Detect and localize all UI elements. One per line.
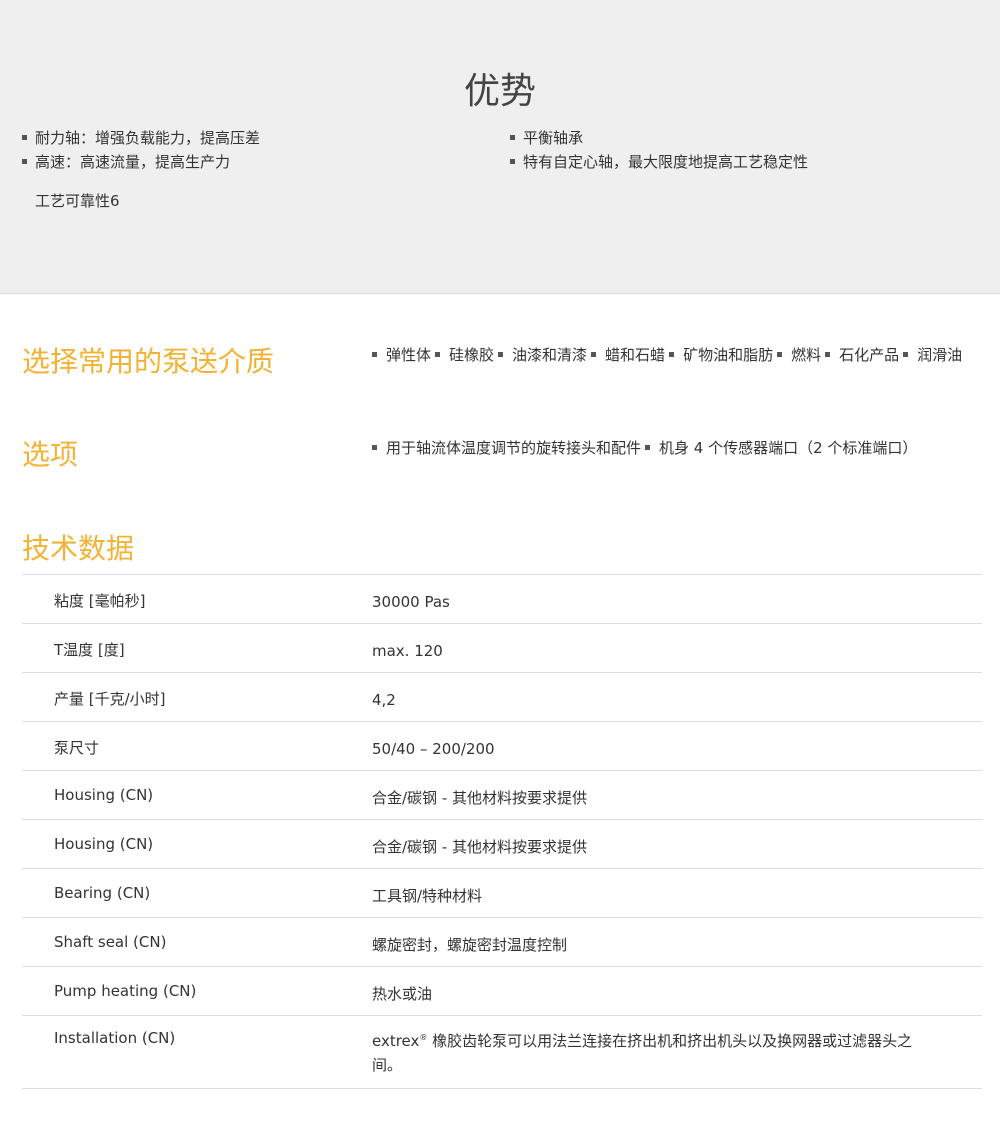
tech-data-table: 粘度 [毫帕秒] 30000 Pas T温度 [度] max. 120 产量 [… xyxy=(22,574,982,1089)
table-row: T温度 [度] max. 120 xyxy=(22,624,982,673)
row-label: Housing (CN) xyxy=(54,835,154,853)
row-value: extrex® 橡胶齿轮泵可以用法兰连接在挤出机和挤出机头以及换网器或过滤器头之… xyxy=(372,1016,942,1088)
row-value: 50/40 – 200/200 xyxy=(372,740,495,758)
advantages-list-right: 平衡轴承 特有自定心轴，最大限度地提高工艺稳定性 xyxy=(510,126,808,174)
advantage-item: 特有自定心轴，最大限度地提高工艺稳定性 xyxy=(510,150,808,174)
advantage-item: 平衡轴承 xyxy=(510,126,808,150)
media-list: 弹性体 硅橡胶 油漆和清漆 蜡和石蜡 矿物油和脂肪 燃料 石化产品 润滑油 xyxy=(372,344,966,366)
options-list: 用于轴流体温度调节的旋转接头和配件 机身 4 个传感器端口（2 个标准端口） xyxy=(372,437,921,459)
tech-data-title: 技术数据 xyxy=(22,532,135,565)
row-value: 合金/碳钢 - 其他材料按要求提供 xyxy=(372,789,588,807)
media-item: 油漆和清漆 xyxy=(498,344,587,366)
advantage-item: 高速：高速流量，提高生产力 xyxy=(22,150,260,174)
table-row: Housing (CN) 合金/碳钢 - 其他材料按要求提供 xyxy=(22,820,982,869)
table-row: Housing (CN) 合金/碳钢 - 其他材料按要求提供 xyxy=(22,771,982,820)
advantage-item: 耐力轴：增强负载能力，提高压差 xyxy=(22,126,260,150)
row-label: Bearing (CN) xyxy=(54,884,151,902)
row-label: Shaft seal (CN) xyxy=(54,933,167,951)
row-value: 4,2 xyxy=(372,691,396,709)
option-item: 机身 4 个传感器端口（2 个标准端口） xyxy=(645,437,917,459)
media-item: 蜡和石蜡 xyxy=(591,344,665,366)
row-label: T温度 [度] xyxy=(54,641,125,659)
table-row: Bearing (CN) 工具钢/特种材料 xyxy=(22,869,982,918)
option-item: 用于轴流体温度调节的旋转接头和配件 xyxy=(372,437,641,459)
media-item: 硅橡胶 xyxy=(435,344,494,366)
advantages-list-left: 耐力轴：增强负载能力，提高压差 高速：高速流量，提高生产力 xyxy=(22,126,260,174)
row-value: max. 120 xyxy=(372,642,443,660)
table-row: Installation (CN) extrex® 橡胶齿轮泵可以用法兰连接在挤… xyxy=(22,1016,982,1089)
row-label: Pump heating (CN) xyxy=(54,982,197,1000)
table-row: Pump heating (CN) 热水或油 xyxy=(22,967,982,1016)
table-row: 产量 [千克/小时] 4,2 xyxy=(22,673,982,722)
table-row: Shaft seal (CN) 螺旋密封，螺旋密封温度控制 xyxy=(22,918,982,967)
row-value: 合金/碳钢 - 其他材料按要求提供 xyxy=(372,838,588,856)
table-row: 粘度 [毫帕秒] 30000 Pas xyxy=(22,575,982,624)
row-value: 热水或油 xyxy=(372,985,433,1003)
row-value-text: 橡胶齿轮泵可以用法兰连接在挤出机和挤出机头以及换网器或过滤器头之间。 xyxy=(372,1032,913,1074)
media-item: 石化产品 xyxy=(825,344,899,366)
row-label: 粘度 [毫帕秒] xyxy=(54,592,146,610)
row-value: 30000 Pas xyxy=(372,593,450,611)
row-label: Installation (CN) xyxy=(54,1029,176,1047)
options-section-title: 选项 xyxy=(22,438,79,471)
media-item: 燃料 xyxy=(777,344,821,366)
media-item: 矿物油和脂肪 xyxy=(669,344,773,366)
brand-name: extrex xyxy=(372,1032,420,1050)
advantages-title: 优势 xyxy=(463,71,536,112)
media-item: 弹性体 xyxy=(372,344,431,366)
media-section-title: 选择常用的泵送介质 xyxy=(22,345,275,378)
table-row: 泵尺寸 50/40 – 200/200 xyxy=(22,722,982,771)
advantages-note: 工艺可靠性6 xyxy=(35,192,120,210)
media-item: 润滑油 xyxy=(903,344,962,366)
row-label: 产量 [千克/小时] xyxy=(54,690,166,708)
advantages-section: 优势 耐力轴：增强负载能力，提高压差 高速：高速流量，提高生产力 平衡轴承 特有… xyxy=(0,0,1000,294)
row-label: 泵尺寸 xyxy=(54,739,100,757)
row-value: 工具钢/特种材料 xyxy=(372,887,483,905)
row-label: Housing (CN) xyxy=(54,786,154,804)
row-value: 螺旋密封，螺旋密封温度控制 xyxy=(372,936,568,954)
